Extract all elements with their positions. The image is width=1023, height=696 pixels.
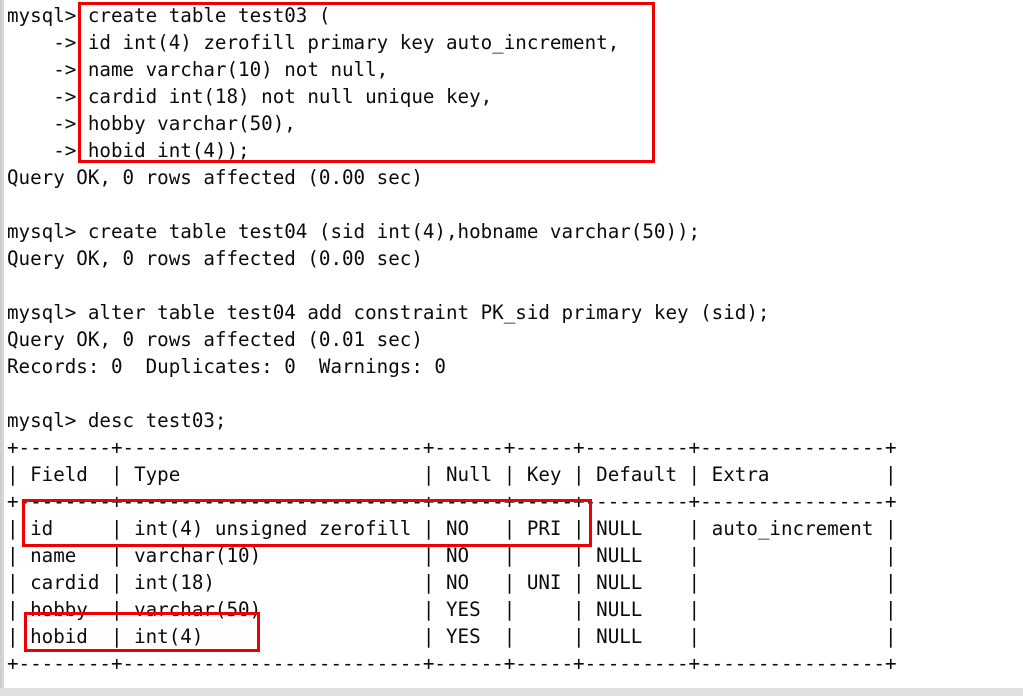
- terminal-window[interactable]: mysql> create table test03 ( -> id int(4…: [0, 0, 1023, 688]
- screen: mysql> create table test03 ( -> id int(4…: [0, 0, 1023, 696]
- window-bottom-strip: [0, 688, 1023, 696]
- terminal-left-edge: [2, 0, 4, 688]
- console-output: mysql> create table test03 ( -> id int(4…: [7, 4, 897, 675]
